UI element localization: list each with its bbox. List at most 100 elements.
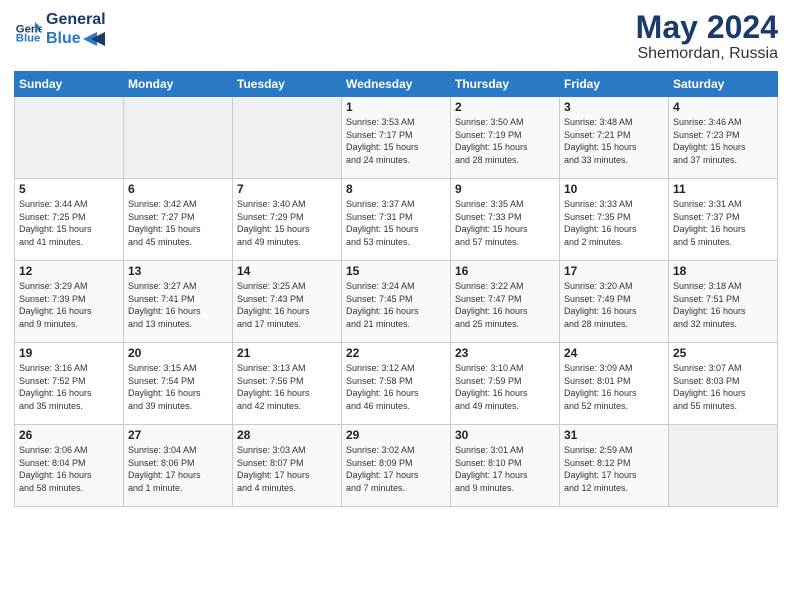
day-info: Sunrise: 3:20 AM Sunset: 7:49 PM Dayligh… [564,280,664,330]
day-number: 25 [673,346,773,360]
day-number: 30 [455,428,555,442]
cell-1-0: 5Sunrise: 3:44 AM Sunset: 7:25 PM Daylig… [15,179,124,261]
day-number: 20 [128,346,228,360]
day-number: 13 [128,264,228,278]
day-number: 5 [19,182,119,196]
cell-0-6: 4Sunrise: 3:46 AM Sunset: 7:23 PM Daylig… [669,97,778,179]
day-info: Sunrise: 3:01 AM Sunset: 8:10 PM Dayligh… [455,444,555,494]
day-info: Sunrise: 3:40 AM Sunset: 7:29 PM Dayligh… [237,198,337,248]
col-tuesday: Tuesday [233,72,342,97]
week-row-1: 5Sunrise: 3:44 AM Sunset: 7:25 PM Daylig… [15,179,778,261]
cell-1-1: 6 Sunrise: 3:42 AM Sunset: 7:27 PM Daylig… [124,179,233,261]
day-info: Sunrise: 3:53 AM Sunset: 7:17 PM Dayligh… [346,116,446,166]
day-number: 3 [564,100,664,114]
logo-line1: General [46,10,106,29]
day-number: 15 [346,264,446,278]
logo-line2: Blue [46,29,106,48]
week-row-0: 1 Sunrise: 3:53 AM Sunset: 7:17 PM Daylig… [15,97,778,179]
day-info: Sunrise: 3:07 AM Sunset: 8:03 PM Dayligh… [673,362,773,412]
calendar-container: General Blue General Blue May 2024 Shemo… [0,0,792,517]
day-info: Sunrise: 3:22 AM Sunset: 7:47 PM Dayligh… [455,280,555,330]
day-info: Sunrise: 3:15 AM Sunset: 7:54 PM Dayligh… [128,362,228,412]
day-number: 12 [19,264,119,278]
day-info: Sunrise: 3:33 AM Sunset: 7:35 PM Dayligh… [564,198,664,248]
col-sunday: Sunday [15,72,124,97]
day-number: 11 [673,182,773,196]
day-info: Sunrise: 3:16 AM Sunset: 7:52 PM Dayligh… [19,362,119,412]
cell-4-0: 26Sunrise: 3:06 AM Sunset: 8:04 PM Dayli… [15,425,124,507]
day-info: Sunrise: 3:02 AM Sunset: 8:09 PM Dayligh… [346,444,446,494]
day-info: Sunrise: 3:04 AM Sunset: 8:06 PM Dayligh… [128,444,228,494]
day-info: Sunrise: 3:37 AM Sunset: 7:31 PM Dayligh… [346,198,446,248]
week-row-3: 19 Sunrise: 3:16 AM Sunset: 7:52 PM Dayli… [15,343,778,425]
day-info: Sunrise: 3:25 AM Sunset: 7:43 PM Dayligh… [237,280,337,330]
cell-4-6 [669,425,778,507]
day-info: Sunrise: 2:59 AM Sunset: 8:12 PM Dayligh… [564,444,664,494]
svg-text:Blue: Blue [16,32,41,43]
cell-4-2: 28Sunrise: 3:03 AM Sunset: 8:07 PM Dayli… [233,425,342,507]
header-row: Sunday Monday Tuesday Wednesday Thursday… [15,72,778,97]
day-number: 31 [564,428,664,442]
day-info: Sunrise: 3:27 AM Sunset: 7:41 PM Dayligh… [128,280,228,330]
col-thursday: Thursday [451,72,560,97]
day-info: Sunrise: 3:42 AM Sunset: 7:27 PM Dayligh… [128,198,228,248]
day-number: 10 [564,182,664,196]
day-number: 2 [455,100,555,114]
day-info: Sunrise: 3:50 AM Sunset: 7:19 PM Dayligh… [455,116,555,166]
day-number: 27 [128,428,228,442]
col-monday: Monday [124,72,233,97]
cell-4-1: 27 Sunrise: 3:04 AM Sunset: 8:06 PM Dayli… [124,425,233,507]
cell-1-5: 10 Sunrise: 3:33 AM Sunset: 7:35 PM Dayli… [560,179,669,261]
day-number: 7 [237,182,337,196]
logo-icon: General Blue [14,15,42,43]
location: Shemordan, Russia [636,45,778,63]
cell-1-6: 11 Sunrise: 3:31 AM Sunset: 7:37 PM Dayli… [669,179,778,261]
day-number: 1 [346,100,446,114]
day-info: Sunrise: 3:35 AM Sunset: 7:33 PM Dayligh… [455,198,555,248]
cell-0-2 [233,97,342,179]
logo: General Blue General Blue [14,10,106,48]
cell-2-1: 13 Sunrise: 3:27 AM Sunset: 7:41 PM Dayli… [124,261,233,343]
day-number: 21 [237,346,337,360]
cell-2-5: 17 Sunrise: 3:20 AM Sunset: 7:49 PM Dayli… [560,261,669,343]
cell-2-3: 15Sunrise: 3:24 AM Sunset: 7:45 PM Dayli… [342,261,451,343]
cell-0-0 [15,97,124,179]
col-saturday: Saturday [669,72,778,97]
cell-3-0: 19 Sunrise: 3:16 AM Sunset: 7:52 PM Dayli… [15,343,124,425]
cell-4-5: 31 Sunrise: 2:59 AM Sunset: 8:12 PM Dayli… [560,425,669,507]
day-number: 24 [564,346,664,360]
week-row-4: 26Sunrise: 3:06 AM Sunset: 8:04 PM Dayli… [15,425,778,507]
day-number: 19 [19,346,119,360]
day-number: 23 [455,346,555,360]
day-number: 17 [564,264,664,278]
cell-3-6: 25 Sunrise: 3:07 AM Sunset: 8:03 PM Dayli… [669,343,778,425]
day-info: Sunrise: 3:31 AM Sunset: 7:37 PM Dayligh… [673,198,773,248]
cell-3-3: 22Sunrise: 3:12 AM Sunset: 7:58 PM Dayli… [342,343,451,425]
cell-1-3: 8Sunrise: 3:37 AM Sunset: 7:31 PM Daylig… [342,179,451,261]
cell-3-2: 21 Sunrise: 3:13 AM Sunset: 7:56 PM Dayli… [233,343,342,425]
day-info: Sunrise: 3:12 AM Sunset: 7:58 PM Dayligh… [346,362,446,412]
col-wednesday: Wednesday [342,72,451,97]
day-number: 16 [455,264,555,278]
day-info: Sunrise: 3:48 AM Sunset: 7:21 PM Dayligh… [564,116,664,166]
day-info: Sunrise: 3:13 AM Sunset: 7:56 PM Dayligh… [237,362,337,412]
calendar-table: Sunday Monday Tuesday Wednesday Thursday… [14,71,778,507]
day-info: Sunrise: 3:09 AM Sunset: 8:01 PM Dayligh… [564,362,664,412]
day-info: Sunrise: 3:46 AM Sunset: 7:23 PM Dayligh… [673,116,773,166]
cell-1-4: 9 Sunrise: 3:35 AM Sunset: 7:33 PM Daylig… [451,179,560,261]
day-info: Sunrise: 3:03 AM Sunset: 8:07 PM Dayligh… [237,444,337,494]
cell-3-5: 24 Sunrise: 3:09 AM Sunset: 8:01 PM Dayli… [560,343,669,425]
cell-0-4: 2 Sunrise: 3:50 AM Sunset: 7:19 PM Daylig… [451,97,560,179]
day-number: 14 [237,264,337,278]
cell-2-6: 18Sunrise: 3:18 AM Sunset: 7:51 PM Dayli… [669,261,778,343]
cell-0-3: 1 Sunrise: 3:53 AM Sunset: 7:17 PM Daylig… [342,97,451,179]
month-year: May 2024 [636,10,778,45]
cell-4-4: 30 Sunrise: 3:01 AM Sunset: 8:10 PM Dayli… [451,425,560,507]
day-number: 18 [673,264,773,278]
cell-3-1: 20 Sunrise: 3:15 AM Sunset: 7:54 PM Dayli… [124,343,233,425]
title-block: May 2024 Shemordan, Russia [636,10,778,63]
day-number: 9 [455,182,555,196]
day-info: Sunrise: 3:06 AM Sunset: 8:04 PM Dayligh… [19,444,119,494]
cell-2-4: 16 Sunrise: 3:22 AM Sunset: 7:47 PM Dayli… [451,261,560,343]
day-number: 6 [128,182,228,196]
